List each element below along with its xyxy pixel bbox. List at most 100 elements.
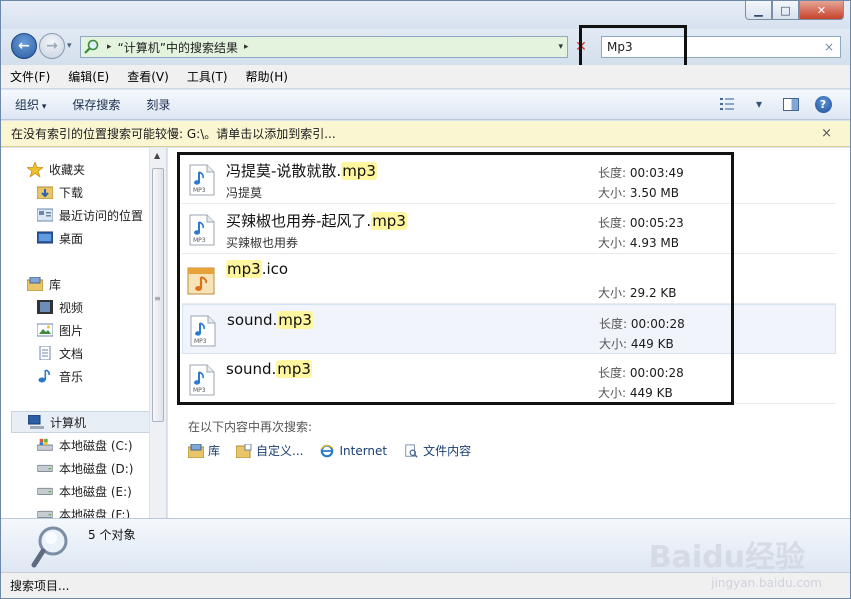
- organize-button[interactable]: 组织: [1, 96, 58, 113]
- magnifier-icon: [31, 526, 68, 568]
- menu-file[interactable]: 文件(F): [1, 68, 59, 85]
- recent-places-icon: [37, 208, 53, 222]
- breadcrumb-arrow[interactable]: ▸: [107, 42, 112, 52]
- minimize-button[interactable]: ▁: [745, 1, 772, 20]
- nav-label: 视频: [59, 300, 84, 315]
- nav-pictures[interactable]: 图片: [37, 319, 166, 341]
- forward-button[interactable]: →: [39, 33, 65, 59]
- command-bar: 组织 保存搜索 刻录 ▾ ?: [1, 90, 850, 120]
- nav-label: 本地磁盘 (C:): [59, 438, 133, 453]
- help-button[interactable]: ?: [814, 95, 832, 113]
- videos-icon: [37, 300, 53, 314]
- nav-music[interactable]: 音乐: [37, 365, 166, 387]
- burn-button[interactable]: 刻录: [132, 96, 182, 113]
- nav-label: 库: [49, 277, 62, 292]
- search-again-internet[interactable]: Internet: [319, 444, 387, 458]
- maximize-button[interactable]: □: [772, 1, 799, 20]
- address-dropdown[interactable]: ▾: [558, 42, 563, 52]
- drive-icon: [37, 484, 53, 498]
- view-options-dropdown[interactable]: ▾: [750, 95, 768, 113]
- libraries-icon: [27, 277, 43, 291]
- nav-desktop[interactable]: 桌面: [37, 227, 166, 249]
- nav-downloads[interactable]: 下载: [37, 181, 166, 203]
- explorer-window: ▁ □ ✕ ← → ▾ ▸ “计算机”中的搜索结果 ▸ ▾ ✕ Mp3 × 文件…: [0, 0, 851, 599]
- nav-label: 最近访问的位置: [59, 208, 144, 223]
- link-label: 自定义...: [256, 444, 304, 458]
- info-bar-close-button[interactable]: ×: [821, 126, 832, 141]
- nav-label: 桌面: [59, 231, 84, 246]
- forward-arrow-icon: →: [46, 38, 58, 54]
- navigation-pane: 收藏夹 下载 最近访问的位置 桌面 库 视频 图片 文档 音乐 计算机 本地磁盘…: [1, 148, 167, 518]
- nav-label: 本地磁盘 (D:): [59, 461, 134, 476]
- desktop-icon: [37, 231, 53, 245]
- nav-disk-f[interactable]: 本地磁盘 (F:): [37, 503, 166, 519]
- menu-bar: 文件(F) 编辑(E) 查看(V) 工具(T) 帮助(H): [1, 65, 850, 89]
- clear-search-button[interactable]: ×: [824, 40, 834, 54]
- index-info-bar[interactable]: 在没有索引的位置搜索可能较慢: G:\。请单击以添加到索引... ×: [1, 121, 850, 147]
- watermark-logo: Baidu经验: [648, 540, 805, 575]
- info-bar-text[interactable]: 在没有索引的位置搜索可能较慢: G:\。请单击以添加到索引...: [11, 125, 336, 142]
- window-controls: ▁ □ ✕: [745, 1, 844, 20]
- nav-documents[interactable]: 文档: [37, 342, 166, 364]
- change-view-button[interactable]: [718, 95, 736, 113]
- close-button[interactable]: ✕: [799, 1, 844, 20]
- nav-label: 音乐: [59, 369, 84, 384]
- drive-icon: [37, 461, 53, 475]
- nav-videos[interactable]: 视频: [37, 296, 166, 318]
- internet-explorer-icon: [320, 444, 335, 457]
- back-button[interactable]: ←: [11, 33, 37, 59]
- drive-icon: [37, 507, 53, 518]
- star-icon: [27, 161, 43, 177]
- breadcrumb-arrow[interactable]: ▸: [244, 42, 249, 52]
- breadcrumb-search-results[interactable]: “计算机”中的搜索结果: [118, 39, 238, 56]
- preview-pane-button[interactable]: [782, 95, 800, 113]
- scroll-grip-icon: ≡: [154, 294, 161, 303]
- annotation-box-results: [177, 152, 734, 405]
- help-icon: ?: [814, 95, 832, 113]
- nav-computer[interactable]: 计算机: [11, 411, 159, 433]
- watermark-url: jingyan.baidu.com: [711, 576, 822, 590]
- nav-disk-e[interactable]: 本地磁盘 (E:): [37, 480, 166, 502]
- music-icon: [37, 369, 53, 383]
- nav-label: 图片: [59, 323, 84, 338]
- link-label: 文件内容: [423, 444, 472, 458]
- view-controls: ▾ ?: [718, 95, 832, 113]
- nav-label: 文档: [59, 346, 84, 361]
- details-view-icon: [720, 98, 734, 110]
- address-row: ← → ▾ ▸ “计算机”中的搜索结果 ▸ ▾ ✕ Mp3 ×: [1, 29, 850, 65]
- system-drive-icon: [37, 438, 53, 452]
- search-again-heading: 在以下内容中再次搜索:: [188, 420, 313, 434]
- menu-help[interactable]: 帮助(H): [237, 68, 297, 85]
- nav-disk-d[interactable]: 本地磁盘 (D:): [37, 457, 166, 479]
- search-again-custom[interactable]: 自定义...: [236, 442, 303, 459]
- menu-edit[interactable]: 编辑(E): [59, 68, 118, 85]
- search-results-icon: [84, 39, 99, 54]
- scroll-up-icon[interactable]: ▲: [154, 151, 160, 160]
- file-contents-icon: [405, 443, 418, 458]
- nav-label: 本地磁盘 (E:): [59, 484, 132, 499]
- downloads-folder-icon: [37, 185, 53, 199]
- recent-pages-dropdown[interactable]: ▾: [67, 41, 72, 51]
- libraries-icon: [188, 443, 204, 458]
- save-search-button[interactable]: 保存搜索: [58, 96, 132, 113]
- menu-view[interactable]: 查看(V): [118, 68, 178, 85]
- address-bar[interactable]: ▸ “计算机”中的搜索结果 ▸ ▾: [80, 36, 568, 58]
- object-count: 5 个对象: [88, 528, 136, 542]
- link-label: Internet: [339, 443, 388, 458]
- nav-label: 本地磁盘 (F:): [59, 507, 131, 519]
- nav-label: 下载: [59, 185, 84, 200]
- pictures-icon: [37, 323, 53, 337]
- nav-disk-c[interactable]: 本地磁盘 (C:): [37, 434, 166, 456]
- link-label: 库: [208, 444, 221, 458]
- search-again-file-contents[interactable]: 文件内容: [403, 442, 471, 459]
- nav-scrollbar[interactable]: ▲ ≡: [149, 148, 166, 518]
- computer-icon: [28, 415, 44, 429]
- search-again-libraries[interactable]: 库: [188, 442, 220, 459]
- search-again-links: 库 自定义... Internet 文件内容: [188, 442, 471, 459]
- title-bar: ▁ □ ✕: [1, 1, 850, 29]
- nav-recent-places[interactable]: 最近访问的位置: [37, 204, 166, 226]
- nav-libraries[interactable]: 库: [27, 273, 166, 295]
- menu-tools[interactable]: 工具(T): [178, 68, 237, 85]
- nav-favorites[interactable]: 收藏夹: [27, 158, 166, 180]
- nav-label: 收藏夹: [49, 162, 86, 177]
